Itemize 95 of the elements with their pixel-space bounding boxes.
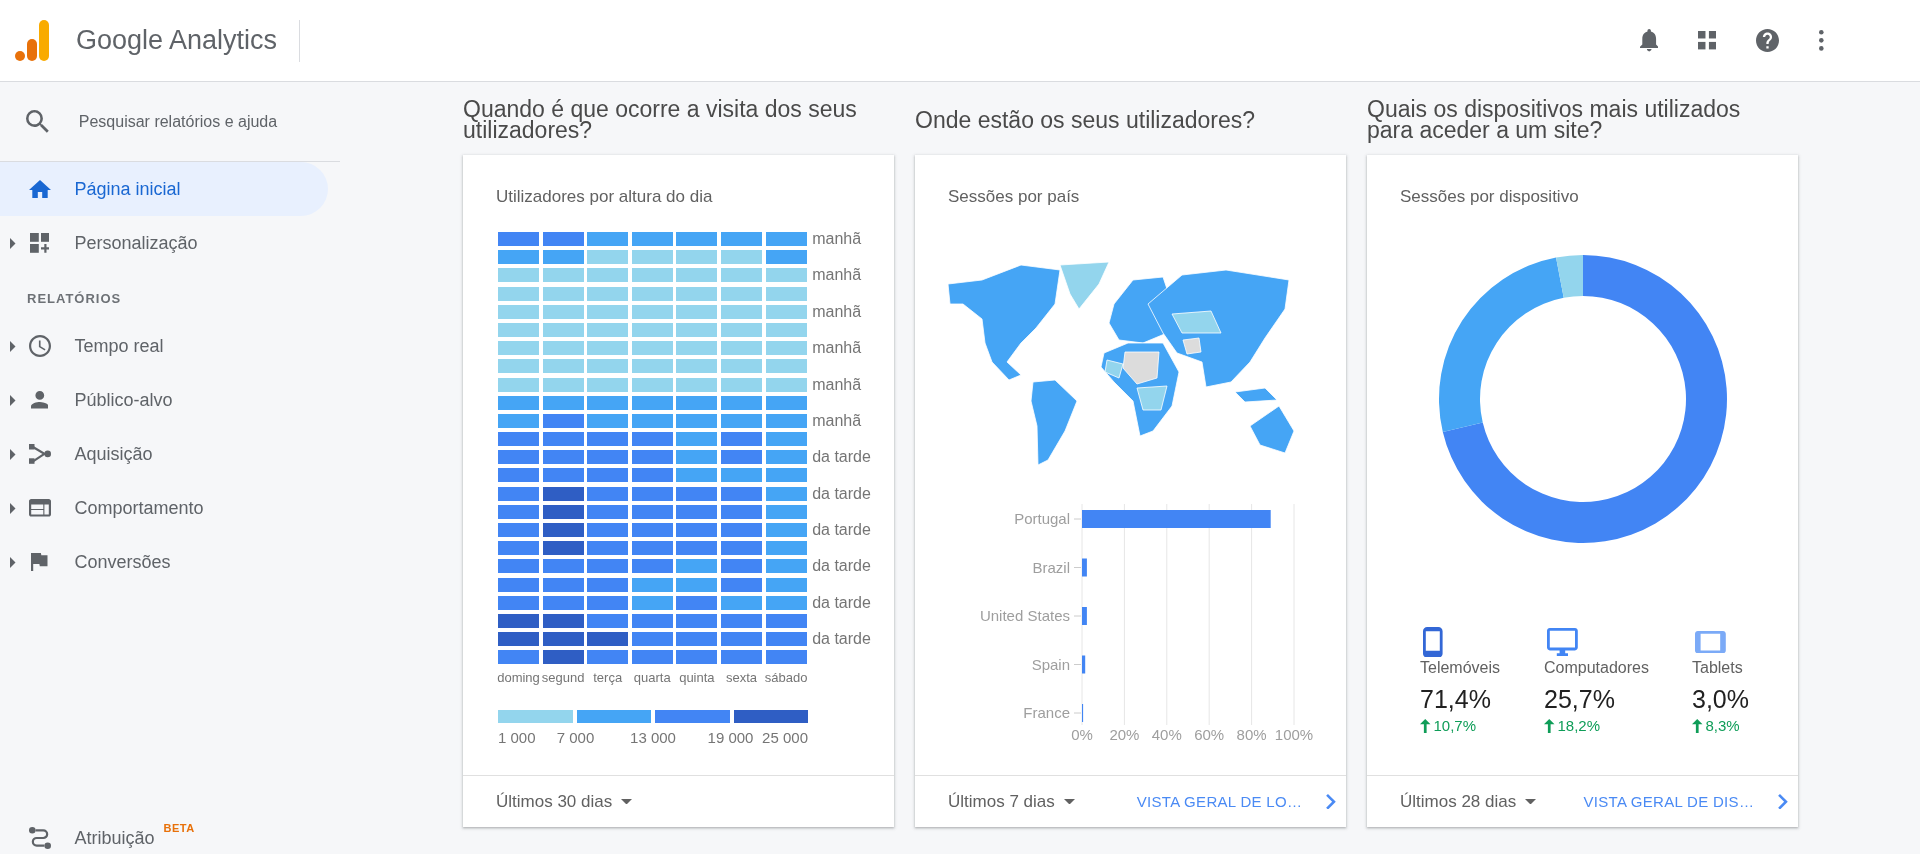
apps-grid-icon[interactable] bbox=[1698, 31, 1717, 50]
axis-tick-label: 60% bbox=[1194, 726, 1225, 743]
axis-tick-label: 80% bbox=[1236, 726, 1267, 743]
change-value: 18,2% bbox=[1557, 717, 1601, 735]
caret-down-icon bbox=[621, 798, 633, 805]
help-icon[interactable] bbox=[1756, 29, 1780, 52]
day-label: sexta bbox=[725, 668, 757, 687]
person-icon bbox=[30, 391, 49, 409]
section-heading: Quando é que ocorre a visita dos seus utilizadores? bbox=[463, 99, 858, 145]
browser-window-icon bbox=[28, 499, 51, 517]
time-label: da tarde bbox=[812, 521, 871, 539]
legend-label: 25 000 bbox=[762, 728, 808, 747]
caret-icon[interactable] bbox=[10, 394, 16, 406]
time-label: manhã bbox=[812, 411, 862, 430]
nav-item[interactable]: Público-alvo bbox=[0, 373, 328, 427]
search-icon[interactable] bbox=[26, 110, 49, 133]
day-label: doming bbox=[497, 668, 540, 687]
nav-item[interactable]: Personalização bbox=[0, 216, 328, 270]
logo-icon bbox=[15, 20, 49, 61]
card-title: Utilizadores por altura do dia bbox=[495, 186, 714, 207]
app-title: Google Analytics bbox=[76, 25, 278, 56]
nav-item[interactable]: Aquisição bbox=[0, 427, 328, 481]
section-heading: Onde estão os seus utilizadores? bbox=[915, 105, 1257, 135]
nav-item[interactable]: Tempo real bbox=[0, 319, 328, 373]
bell-icon[interactable] bbox=[1639, 29, 1658, 52]
day-label: sábado bbox=[764, 668, 808, 687]
chevron-right-icon[interactable] bbox=[1778, 793, 1788, 810]
legend-label: 7 000 bbox=[556, 728, 595, 747]
time-label: manhã bbox=[812, 375, 862, 394]
section-heading: Quais os dispositivos mais utilizados para aceder a um site? bbox=[1367, 99, 1742, 145]
date-range-dropdown[interactable]: Últimos 28 dias bbox=[1400, 791, 1537, 812]
more-icon[interactable] bbox=[1819, 30, 1824, 51]
time-label: manhã bbox=[812, 339, 862, 358]
date-range-dropdown[interactable]: Últimos 7 dias bbox=[948, 791, 1075, 812]
day-label: quarta bbox=[633, 668, 671, 687]
device-label: Computadores bbox=[1544, 658, 1649, 678]
category-label: Spain bbox=[1031, 655, 1070, 673]
caret-icon[interactable] bbox=[10, 340, 16, 352]
grid-plus-icon bbox=[29, 233, 50, 253]
device-label: Telemóveis bbox=[1420, 658, 1501, 678]
bar bbox=[1082, 655, 1086, 674]
caret-icon[interactable] bbox=[10, 502, 16, 514]
caret-icon[interactable] bbox=[10, 237, 16, 249]
time-label: manhã bbox=[812, 302, 862, 321]
report-link[interactable]: VISTA GERAL DE DIS… bbox=[1583, 793, 1755, 810]
branch-icon bbox=[28, 444, 51, 464]
device-share: 25,7% bbox=[1544, 684, 1615, 714]
axis-tick-label: 40% bbox=[1151, 726, 1182, 743]
home-icon bbox=[28, 179, 51, 199]
time-label: da tarde bbox=[812, 630, 871, 649]
nav-item[interactable]: Conversões bbox=[0, 535, 328, 589]
time-label: da tarde bbox=[812, 593, 871, 612]
device-share: 3,0% bbox=[1692, 684, 1749, 714]
caret-down-icon bbox=[1525, 798, 1537, 805]
axis-tick-label: 20% bbox=[1109, 726, 1140, 743]
bar bbox=[1082, 607, 1087, 625]
legend-label: 19 000 bbox=[707, 728, 754, 747]
search-field[interactable]: Pesquisar relatórios e ajuda bbox=[78, 106, 329, 137]
time-label: da tarde bbox=[812, 484, 871, 503]
report-link[interactable]: VISTA GERAL DE LO… bbox=[1136, 793, 1303, 810]
time-label: manhã bbox=[812, 230, 862, 248]
card-title: Sessões por dispositivo bbox=[1399, 186, 1580, 207]
time-label: manhã bbox=[812, 266, 862, 285]
day-label: terça bbox=[593, 668, 623, 687]
caret-icon[interactable] bbox=[10, 448, 16, 460]
flag-icon bbox=[31, 552, 48, 572]
card-title: Sessões por país bbox=[947, 186, 1081, 207]
bar bbox=[1082, 558, 1087, 577]
device-label: Tablets bbox=[1692, 658, 1743, 678]
caret-icon[interactable] bbox=[10, 556, 16, 568]
date-range-dropdown[interactable]: Últimos 30 dias bbox=[496, 791, 633, 812]
nav-item[interactable]: Comportamento bbox=[0, 481, 328, 535]
category-label: France bbox=[1023, 704, 1070, 721]
beta-label: BETA bbox=[163, 822, 195, 835]
category-label: Portugal bbox=[1014, 510, 1070, 527]
device-share: 71,4% bbox=[1420, 684, 1491, 714]
axis-tick-label: 0% bbox=[1071, 726, 1093, 743]
category-label: Brazil bbox=[1032, 558, 1070, 576]
day-label: quinta bbox=[679, 668, 715, 687]
nav-item[interactable]: Atribuição BETA bbox=[0, 822, 328, 854]
clock-icon bbox=[28, 335, 51, 357]
time-label: da tarde bbox=[812, 448, 871, 467]
day-label: segund bbox=[541, 668, 585, 687]
caret-down-icon bbox=[1063, 798, 1075, 805]
category-label: United States bbox=[979, 607, 1070, 624]
axis-tick-label: 100% bbox=[1274, 726, 1314, 743]
route-icon bbox=[28, 827, 51, 849]
nav-item[interactable]: Página inicial bbox=[0, 162, 328, 216]
chevron-right-icon[interactable] bbox=[1326, 793, 1336, 810]
time-label: da tarde bbox=[812, 557, 871, 576]
change-value: 10,7% bbox=[1433, 717, 1477, 735]
section-label: RELATÓRIOS bbox=[27, 291, 122, 306]
legend-label: 13 000 bbox=[630, 728, 676, 747]
change-value: 8,3% bbox=[1705, 717, 1740, 735]
legend-label: 1 000 bbox=[498, 728, 536, 747]
